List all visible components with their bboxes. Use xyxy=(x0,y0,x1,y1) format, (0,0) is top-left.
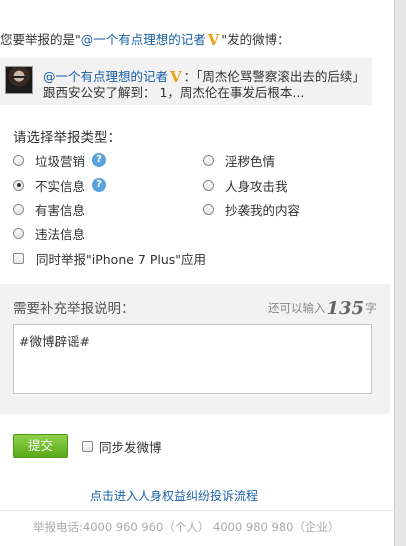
option-personal-attack[interactable]: 人身攻击我 xyxy=(203,177,288,194)
report-target-line: 您要举报的是"@一个有点理想的记者 V "发的微博： xyxy=(0,29,290,49)
option-false-info[interactable]: 不实信息 ? xyxy=(13,177,107,194)
option-label: 抄袭我的内容 xyxy=(225,202,301,218)
char-counter-suffix: 字 xyxy=(365,301,377,315)
option-illegal-info[interactable]: 违法信息 xyxy=(13,225,86,242)
complaint-process-link[interactable]: 点击进入人身权益纠纷投诉流程 xyxy=(90,487,258,504)
option-label: 淫秽色情 xyxy=(225,153,276,169)
report-hotline: 举报电话:4000 960 960（个人） 4000 980 980（企业） xyxy=(33,520,340,534)
help-icon[interactable]: ? xyxy=(92,178,107,192)
radio-button[interactable] xyxy=(13,154,24,166)
char-counter: 还可以输入135字 xyxy=(268,298,377,319)
vip-badge-icon: V xyxy=(207,31,220,49)
avatar[interactable] xyxy=(5,66,33,94)
report-target-suffix: "发的微博： xyxy=(221,32,290,47)
char-counter-prefix: 还可以输入 xyxy=(268,301,326,315)
also-report-app-checkbox[interactable]: 同时举报"iPhone 7 Plus"应用 xyxy=(13,250,207,267)
option-label: 不实信息 xyxy=(35,178,86,194)
also-report-app-label: 同时举报"iPhone 7 Plus"应用 xyxy=(36,251,207,267)
char-counter-number: 135 xyxy=(326,298,365,319)
description-title: 需要补充举报说明： xyxy=(13,301,135,317)
scrollbar[interactable] xyxy=(394,0,406,546)
option-label: 有害信息 xyxy=(35,202,86,218)
option-pornography[interactable]: 淫秽色情 xyxy=(203,152,276,169)
report-type-title: 请选择举报类型： xyxy=(13,130,121,146)
option-harmful-info[interactable]: 有害信息 xyxy=(13,201,86,218)
radio-button[interactable] xyxy=(13,203,24,215)
checkbox[interactable] xyxy=(13,252,24,264)
quoted-post-excerpt: 跟西安公安了解到： 1，周杰伦在事发后根本... xyxy=(43,85,305,100)
help-icon[interactable]: ? xyxy=(92,153,107,167)
radio-button[interactable] xyxy=(203,154,214,166)
sync-weibo-checkbox[interactable]: 同步发微博 xyxy=(82,438,162,455)
checkbox[interactable] xyxy=(82,440,93,452)
report-target-prefix: 您要举报的是" xyxy=(0,32,81,47)
option-label: 人身攻击我 xyxy=(225,178,288,194)
quoted-post: @一个有点理想的记者 V ：「周杰伦骂警察滚出去的后续」 跟西安公安了解到： 1，周… xyxy=(0,58,372,105)
description-textarea[interactable]: #微博辟谣# xyxy=(13,324,372,394)
option-plagiarism[interactable]: 抄袭我的内容 xyxy=(203,201,301,218)
radio-button[interactable] xyxy=(203,179,214,191)
submit-button[interactable]: 提交 xyxy=(13,434,68,458)
option-spam[interactable]: 垃圾营销 ? xyxy=(13,152,107,169)
radio-button-selected[interactable] xyxy=(13,179,24,191)
option-label: 违法信息 xyxy=(35,226,86,242)
radio-button[interactable] xyxy=(13,227,24,239)
option-label: 垃圾营销 xyxy=(35,153,86,169)
radio-button[interactable] xyxy=(203,203,214,215)
report-target-user-link[interactable]: @一个有点理想的记者 xyxy=(81,32,206,47)
sync-weibo-label: 同步发微博 xyxy=(99,439,162,455)
